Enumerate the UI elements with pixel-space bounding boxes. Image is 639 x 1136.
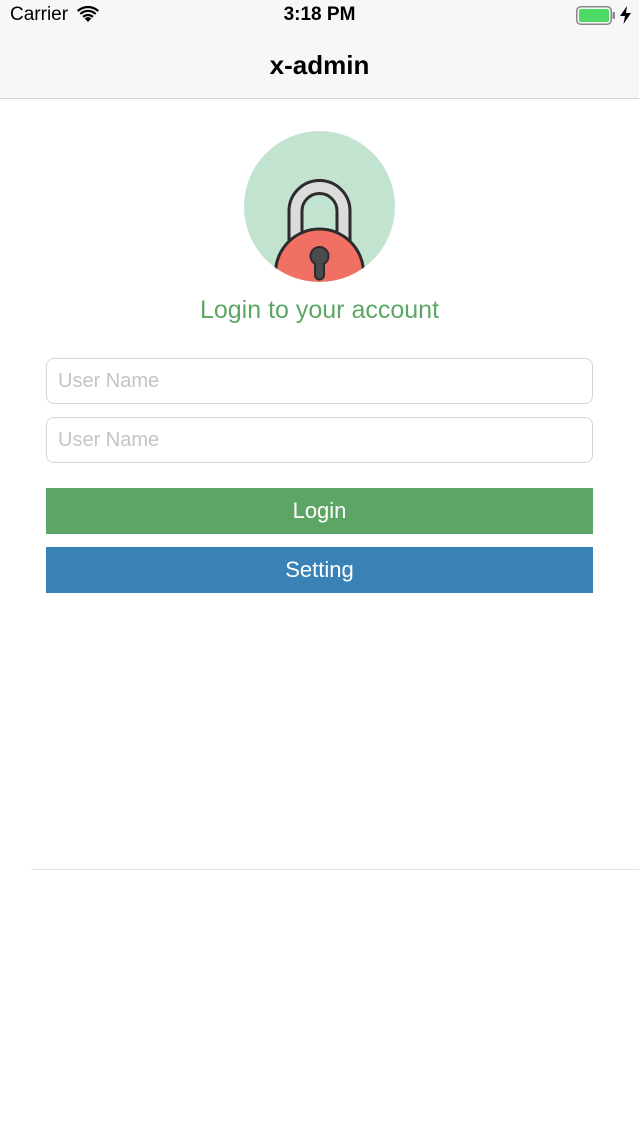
clock: 3:18 PM xyxy=(283,4,356,25)
username-input[interactable] xyxy=(46,358,593,404)
status-bar: Carrier 3:18 PM xyxy=(0,0,639,34)
padlock-icon xyxy=(244,131,395,282)
setting-button[interactable]: Setting xyxy=(46,547,593,593)
login-button[interactable]: Login xyxy=(46,488,593,534)
login-heading: Login to your account xyxy=(199,296,440,324)
battery-icon xyxy=(576,6,615,25)
charging-icon xyxy=(620,6,631,24)
divider xyxy=(31,869,639,870)
password-input[interactable] xyxy=(46,417,593,463)
navigation-bar: x-admin xyxy=(0,34,639,99)
page-title: x-admin xyxy=(269,50,370,80)
